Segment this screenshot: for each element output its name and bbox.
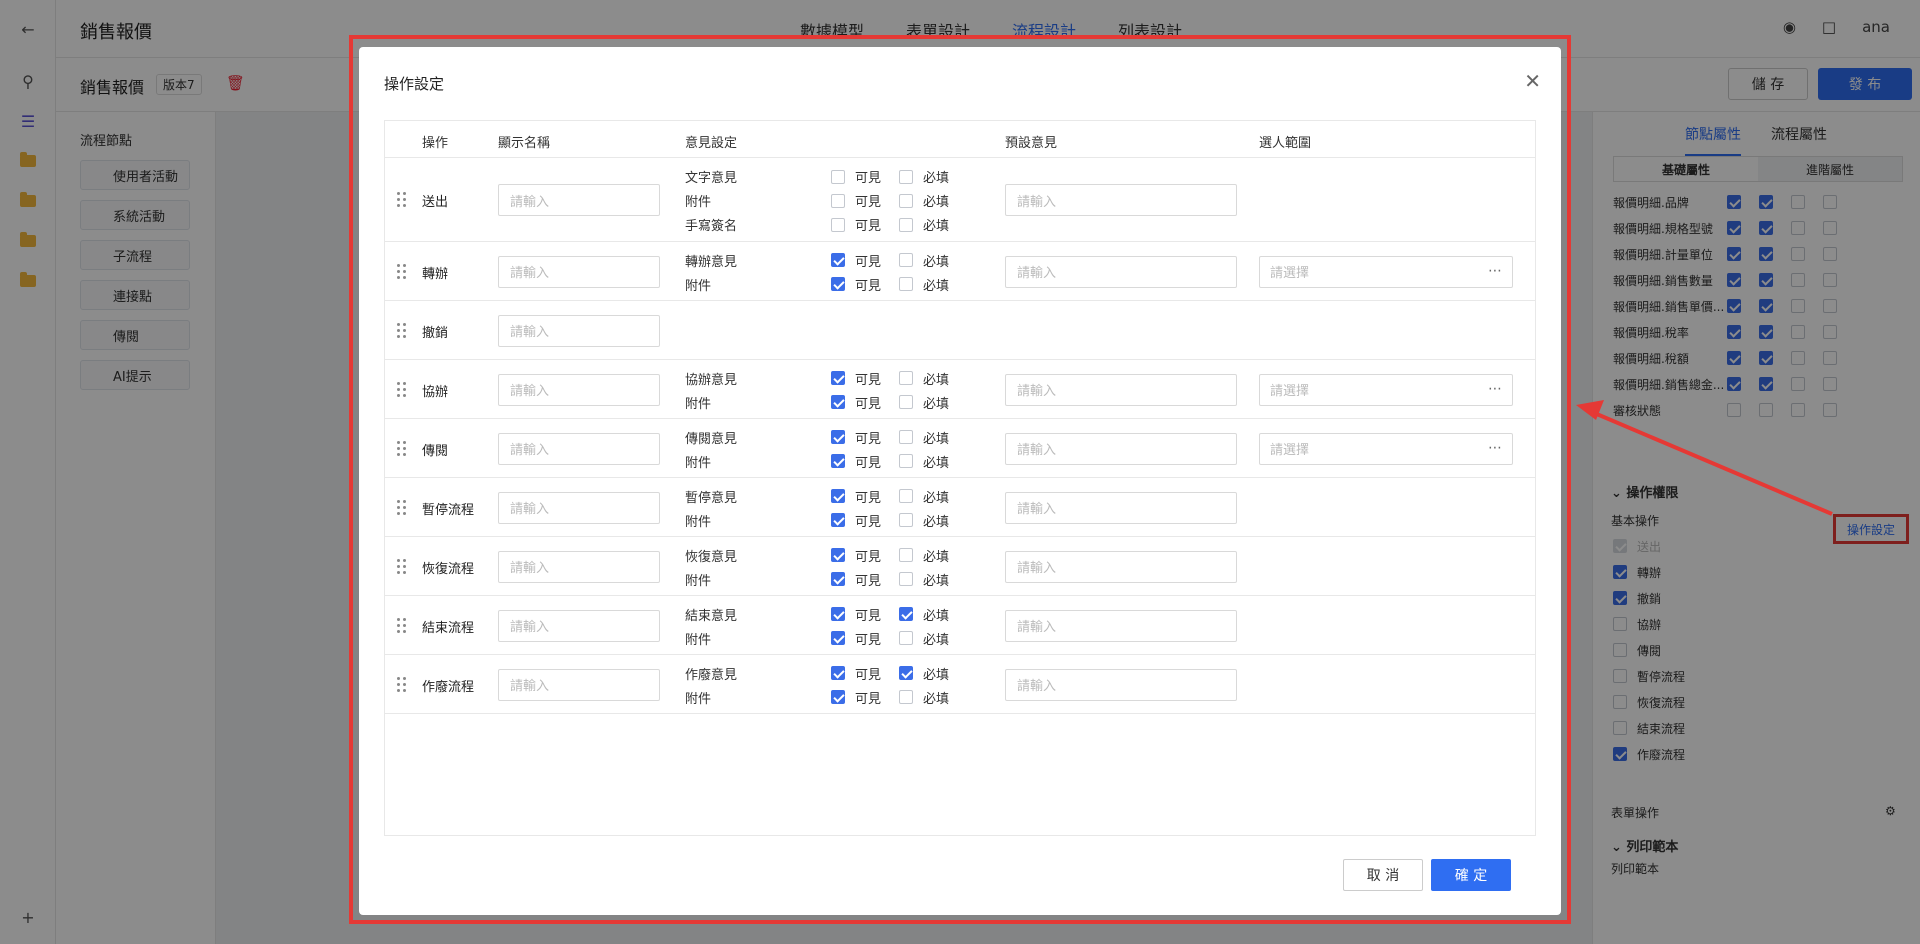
- app-root: ← ⚲ ☰ + 銷售報價 數據模型 表單設計 流程設計 列表設計 ◉ □ ana…: [0, 0, 1920, 944]
- highlight-box: [349, 35, 1571, 924]
